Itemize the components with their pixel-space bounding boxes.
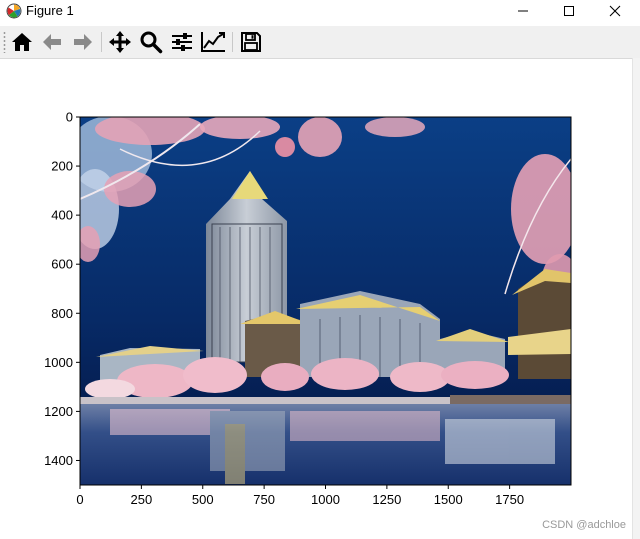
y-tick-label: 1200: [44, 404, 73, 419]
toolbar-separator: [232, 32, 233, 52]
forward-button[interactable]: [70, 29, 96, 55]
home-button[interactable]: [9, 29, 35, 55]
pan-button[interactable]: [107, 29, 133, 55]
y-tick-label: 200: [51, 159, 73, 174]
minimize-button[interactable]: [500, 0, 546, 22]
y-axis: 0 200 400 600 800 1000 1200 1400: [44, 110, 80, 468]
y-tick-label: 400: [51, 208, 73, 223]
y-tick-label: 600: [51, 257, 73, 272]
x-tick-label: 250: [131, 492, 153, 507]
subplots-button[interactable]: [169, 29, 195, 55]
x-tick-label: 1000: [311, 492, 340, 507]
arrow-right-icon: [74, 34, 92, 50]
window-right-edge: [632, 58, 640, 539]
move-icon: [109, 31, 131, 53]
window-titlebar: Figure 1: [0, 0, 640, 24]
maximize-icon: [564, 6, 574, 16]
home-icon: [12, 33, 32, 51]
toolbar-gripper[interactable]: [3, 31, 6, 53]
watermark: CSDN @adchloe: [542, 519, 626, 531]
x-axis: 0 250 500 750 1000 1250 1500 1750: [76, 485, 524, 507]
inverted-photo: [80, 117, 571, 485]
zoom-button[interactable]: [138, 29, 164, 55]
floppy-disk-icon: [241, 32, 261, 52]
y-tick-label: 1400: [44, 453, 73, 468]
toolbar-separator: [101, 32, 102, 52]
x-tick-label: 1250: [372, 492, 401, 507]
x-tick-label: 500: [192, 492, 214, 507]
y-tick-label: 800: [51, 306, 73, 321]
window-title: Figure 1: [26, 3, 74, 18]
magnifier-icon: [140, 31, 163, 54]
close-button[interactable]: [592, 0, 638, 22]
save-button[interactable]: [238, 29, 264, 55]
matplotlib-icon: [6, 3, 22, 19]
x-tick-label: 1750: [495, 492, 524, 507]
line-chart-icon: [201, 32, 225, 52]
arrow-left-icon: [43, 34, 61, 50]
x-tick-label: 0: [76, 492, 83, 507]
navigation-toolbar: [0, 26, 640, 59]
minimize-icon: [518, 10, 528, 12]
x-tick-label: 750: [253, 492, 275, 507]
x-tick-label: 1500: [434, 492, 463, 507]
axes-plot[interactable]: 0 250 500 750 1000 1250 1500 1750 0 200 400 600 800…: [0, 59, 632, 539]
figure-canvas[interactable]: 0 250 500 750 1000 1250 1500 1750 0 200 400 600 800…: [0, 59, 632, 539]
y-tick-label: 1000: [44, 355, 73, 370]
close-icon: [609, 5, 621, 17]
sliders-icon: [172, 33, 192, 51]
back-button[interactable]: [39, 29, 65, 55]
y-tick-label: 0: [66, 110, 73, 125]
maximize-button[interactable]: [546, 0, 592, 22]
axes-button[interactable]: [200, 29, 226, 55]
